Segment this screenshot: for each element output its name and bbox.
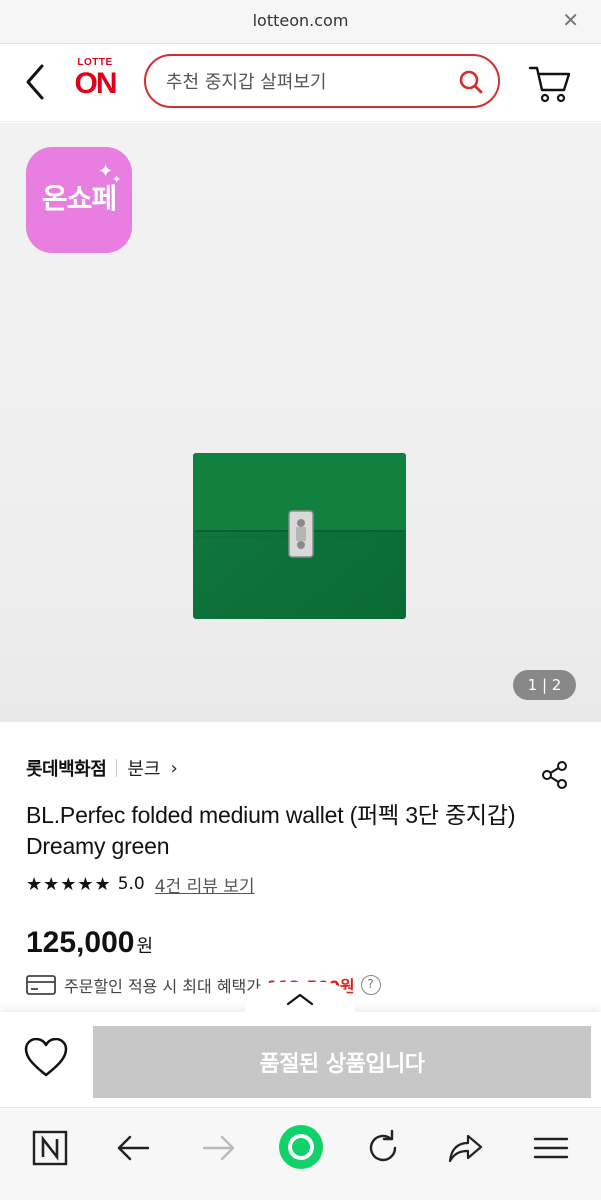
collapse-tab[interactable] bbox=[245, 982, 355, 1014]
back-arrow-icon[interactable] bbox=[114, 1128, 154, 1168]
search-box[interactable] bbox=[144, 54, 500, 108]
product-image-gallery[interactable]: ✦ ✦ 온쇼페 1 | 2 bbox=[0, 123, 601, 722]
menu-icon[interactable] bbox=[531, 1128, 571, 1168]
refresh-icon[interactable] bbox=[363, 1128, 403, 1168]
logo-on-text: ON bbox=[74, 67, 118, 100]
price: 125,000 원 bbox=[26, 926, 153, 960]
product-image-green-wallet[interactable] bbox=[193, 453, 406, 619]
image-pager: 1 | 2 bbox=[513, 670, 576, 700]
store-name[interactable]: 롯데백화점 bbox=[26, 755, 107, 781]
url-text[interactable]: lotteon.com bbox=[0, 11, 601, 30]
benefit-label: 주문할인 적용 시 최대 혜택가 bbox=[64, 977, 261, 996]
credit-card-icon bbox=[26, 975, 56, 995]
badge-text: 온쇼페 bbox=[41, 182, 117, 215]
rating-score: 5.0 bbox=[117, 874, 145, 894]
price-value: 125,000 bbox=[26, 926, 135, 959]
share-arrow-icon[interactable] bbox=[446, 1128, 486, 1168]
review-link[interactable]: 4건 리뷰 보기 bbox=[155, 872, 255, 897]
chevron-right-icon[interactable]: › bbox=[170, 758, 177, 779]
chevron-up-icon[interactable] bbox=[285, 992, 315, 1006]
cart-icon[interactable] bbox=[528, 62, 572, 104]
green-dot-icon[interactable] bbox=[278, 1124, 324, 1170]
onshope-badge: ✦ ✦ 온쇼페 bbox=[26, 147, 132, 253]
divider bbox=[116, 759, 118, 777]
star-rating-icon: ★★★★★ bbox=[26, 873, 112, 895]
store-breadcrumb[interactable]: 롯데백화점 분크 › bbox=[26, 755, 178, 781]
search-input[interactable] bbox=[166, 69, 446, 95]
product-title: BL.Perfec folded medium wallet (퍼펙 3단 중지… bbox=[26, 802, 516, 859]
forward-arrow-icon[interactable] bbox=[198, 1128, 238, 1168]
close-icon[interactable]: ✕ bbox=[562, 10, 579, 30]
lotte-on-logo[interactable]: LOTTE ON bbox=[66, 57, 124, 109]
back-icon[interactable] bbox=[22, 62, 50, 102]
browser-url-bar[interactable]: lotteon.com ✕ bbox=[0, 0, 601, 44]
n-home-icon[interactable] bbox=[30, 1128, 70, 1168]
share-icon[interactable] bbox=[540, 760, 570, 790]
search-icon[interactable] bbox=[458, 69, 484, 95]
site-header: LOTTE ON bbox=[0, 44, 601, 122]
help-icon[interactable]: ? bbox=[360, 975, 381, 995]
price-currency: 원 bbox=[136, 936, 154, 957]
wishlist-heart-icon[interactable] bbox=[24, 1038, 68, 1078]
soldout-button[interactable]: 품절된 상품입니다 bbox=[93, 1026, 591, 1098]
brand-name[interactable]: 분크 bbox=[127, 755, 160, 781]
rating-row: ★★★★★ 5.0 4건 리뷰 보기 bbox=[26, 872, 255, 897]
browser-toolbar bbox=[0, 1107, 601, 1200]
